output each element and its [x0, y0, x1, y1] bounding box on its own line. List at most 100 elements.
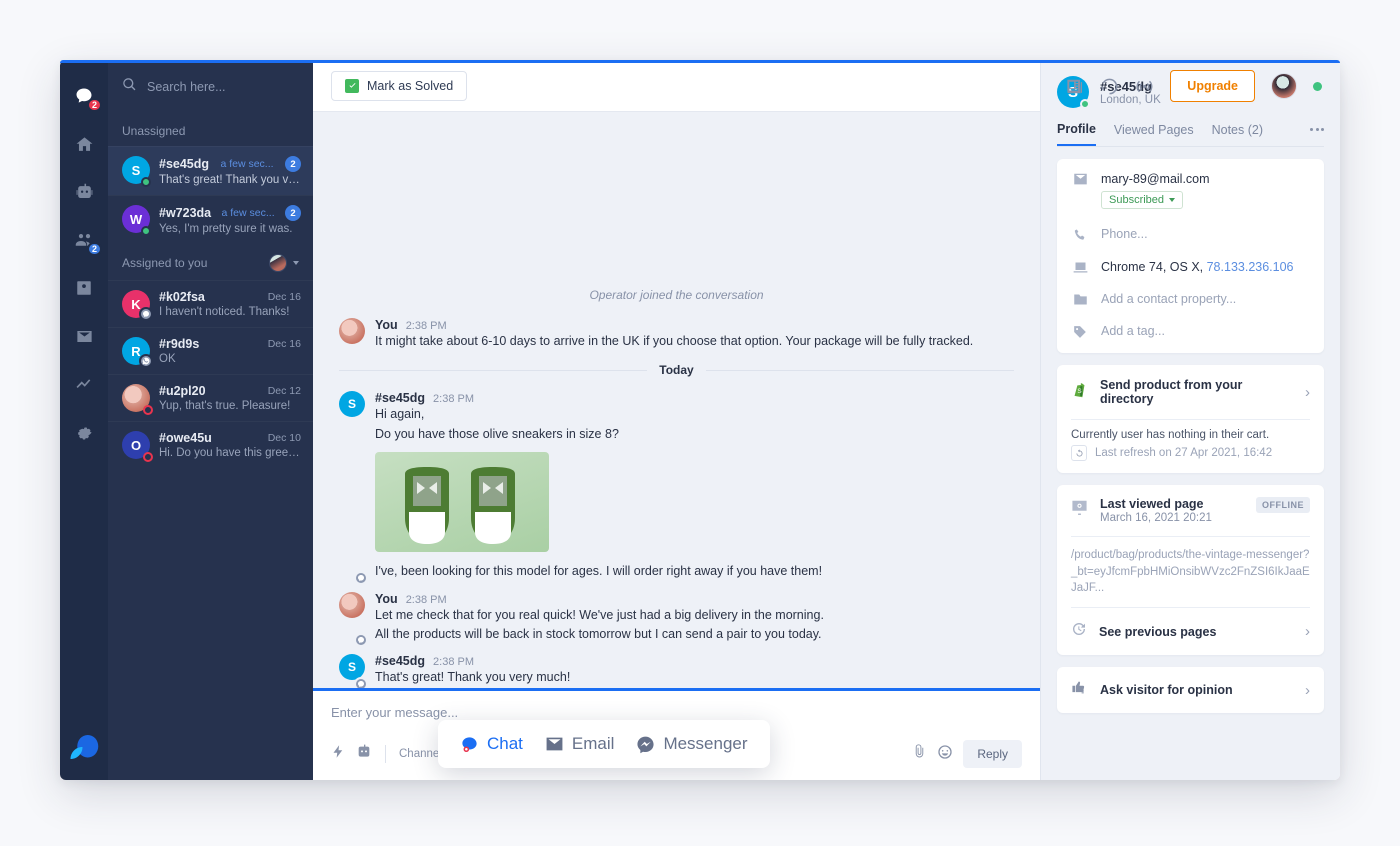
profile-field-contact-property[interactable]: Add a contact property... — [1057, 283, 1324, 315]
rail-item-mail[interactable] — [64, 314, 104, 358]
thumbs-icon — [1071, 680, 1088, 700]
conversation-time: Dec 16 — [267, 338, 301, 350]
system-message: Operator joined the conversation — [589, 288, 764, 302]
current-user-avatar[interactable] — [1271, 73, 1297, 99]
tab-notes[interactable]: Notes (2) — [1212, 123, 1263, 145]
chevron-right-icon: › — [1305, 623, 1310, 641]
visitor-more-menu-icon[interactable] — [1310, 127, 1324, 141]
brand-logo-icon[interactable] — [69, 734, 99, 760]
messenger-channel-icon — [354, 633, 368, 648]
toolbar-divider — [385, 745, 386, 763]
message-text: Let me check that for you real quick! We… — [375, 607, 824, 622]
message-image-sneakers[interactable] — [375, 452, 549, 553]
last-viewed-page-card: Last viewed page March 16, 2021 20:21 OF… — [1057, 485, 1324, 656]
conversation-preview: Hi. Do you have this green t-shirt? — [159, 447, 301, 459]
rail-item-settings[interactable] — [64, 410, 104, 454]
conversation-name: #r9d9s — [159, 337, 200, 351]
conversation-preview: That's great! Thank you very much! — [159, 174, 301, 186]
chat-bubble-icon — [462, 736, 477, 752]
conversation-preview: Yup, that's true. Pleasure! — [159, 400, 291, 412]
tab-viewed-pages[interactable]: Viewed Pages — [1114, 123, 1194, 145]
tab-profile[interactable]: Profile — [1057, 122, 1096, 146]
last-viewed-page-url[interactable]: /product/bag/products/the-vintage-messen… — [1057, 537, 1324, 607]
conversation-item-w723da[interactable]: W #w723da a few sec... 2 Yes, I'm pretty… — [108, 195, 313, 244]
bot-icon[interactable] — [356, 744, 372, 765]
news-icon[interactable] — [1065, 78, 1084, 95]
message-text: That's great! Thank you very much! — [375, 670, 571, 685]
rail-item-bot[interactable] — [64, 170, 104, 214]
quick-reply-icon[interactable] — [331, 744, 346, 764]
status-badge-offline: OFFLINE — [1256, 497, 1310, 513]
conversation-name: #w723da — [159, 206, 212, 220]
message-text: It might take about 6-10 days to arrive … — [375, 334, 974, 348]
profile-field-email-value-wrap: mary-89@mail.com Subscribed — [1101, 172, 1210, 209]
conversation-time: Dec 16 — [267, 291, 301, 303]
broadcast-icon[interactable] — [1135, 77, 1154, 96]
message-list: Operator joined the conversation You 2:3… — [313, 112, 1040, 688]
send-product-row[interactable]: S Send product from your directory › — [1057, 365, 1324, 419]
attachment-icon[interactable] — [912, 744, 927, 764]
rail-item-reports[interactable] — [64, 362, 104, 406]
avatar: S — [339, 654, 368, 688]
rail-item-visitors[interactable]: 2 — [64, 218, 104, 262]
unread-badge: 2 — [284, 156, 301, 172]
composer-placeholder[interactable]: Enter your message... — [331, 705, 1022, 720]
avatar: W — [122, 205, 151, 236]
assignee-filter[interactable] — [269, 254, 299, 272]
ip-address[interactable]: 78.133.236.106 — [1207, 260, 1294, 274]
profile-field-phone[interactable]: Phone... — [1057, 218, 1324, 251]
conversation-preview: OK — [159, 353, 176, 365]
channel-option-email[interactable]: Email — [545, 734, 614, 754]
group-title-assigned: Assigned to you — [122, 256, 208, 270]
conversation-preview: Yes, I'm pretty sure it was. — [159, 223, 293, 235]
browser-os-text: Chrome 74, OS X, — [1101, 260, 1204, 274]
visitor-profile-card: mary-89@mail.com Subscribed Phone... Chr… — [1057, 159, 1324, 353]
reply-button[interactable]: Reply — [963, 740, 1022, 768]
conversation-name: #k02fsa — [159, 290, 205, 304]
conversation-body: #se45dg a few sec... 2 That's great! Tha… — [159, 156, 301, 186]
last-viewed-page-title: Last viewed page — [1100, 497, 1204, 511]
offline-ring-icon — [143, 452, 153, 462]
refresh-icon[interactable] — [1071, 445, 1087, 461]
ask-opinion-row[interactable]: Ask visitor for opinion › — [1057, 667, 1324, 713]
message-time: 2:38 PM — [405, 320, 447, 332]
subscription-label: Subscribed — [1109, 194, 1165, 206]
shopify-icon: S — [1071, 381, 1088, 403]
channel-option-messenger[interactable]: Messenger — [636, 734, 748, 754]
message-body: You 2:38 PM It might take about 6-10 day… — [375, 318, 1014, 351]
conversation-list-panel: Unassigned S #se45dg a few sec... 2 That… — [108, 60, 325, 780]
rail-item-chat[interactable]: 2 — [64, 74, 104, 118]
profile-field-email: mary-89@mail.com Subscribed — [1057, 159, 1324, 218]
conversation-item-u2pl20[interactable]: #u2pl20 Dec 12 Yup, that's true. Pleasur… — [108, 374, 313, 421]
group-header-unassigned: Unassigned — [108, 114, 313, 146]
profile-field-tag[interactable]: Add a tag... — [1057, 315, 1324, 353]
conversation-item-se45dg[interactable]: S #se45dg a few sec... 2 That's great! T… — [108, 146, 313, 195]
conversation-item-k02fsa[interactable]: K #k02fsa Dec 16 I haven't noticed. Than… — [108, 280, 313, 327]
subscription-status-badge[interactable]: Subscribed — [1101, 191, 1184, 209]
loading-circle-icon[interactable] — [1100, 77, 1119, 96]
message-author: #se45dg — [375, 654, 426, 669]
emoji-icon[interactable] — [937, 744, 953, 765]
tag-icon — [1071, 324, 1089, 339]
cart-status-text: Currently user has nothing in their cart… — [1071, 429, 1270, 441]
conversation-item-r9d9s[interactable]: R #r9d9s Dec 16 OK — [108, 327, 313, 374]
conversation-item-owe45u[interactable]: O #owe45u Dec 10 Hi. Do you have this gr… — [108, 421, 313, 468]
send-product-label: Send product from your directory — [1100, 378, 1243, 406]
see-previous-pages-row[interactable]: See previous pages › — [1057, 608, 1324, 655]
whatsapp-channel-icon — [139, 354, 153, 368]
offline-ring-icon — [143, 405, 153, 415]
mark-as-solved-button[interactable]: Mark as Solved — [331, 70, 468, 101]
upgrade-button[interactable]: Upgrade — [1170, 70, 1255, 102]
search-input[interactable] — [147, 80, 308, 94]
rail-item-home[interactable] — [64, 122, 104, 166]
conversation-time: a few sec... — [221, 207, 275, 219]
current-user-status-dot[interactable] — [1313, 81, 1322, 91]
rail-badge-chat: 2 — [86, 98, 102, 112]
conversation-body: #r9d9s Dec 16 OK — [159, 337, 301, 365]
rail-item-contacts[interactable] — [64, 266, 104, 310]
message-item: You 2:38 PM It might take about 6-10 day… — [339, 318, 1014, 351]
message-body: #se45dg 2:38 PM Hi again, Do you have th… — [375, 391, 1014, 581]
message-item: You 2:38 PM Let me check that for you re… — [339, 591, 1014, 648]
conversation-name: #se45dg — [159, 157, 210, 171]
channel-option-chat[interactable]: Chat — [460, 734, 523, 754]
